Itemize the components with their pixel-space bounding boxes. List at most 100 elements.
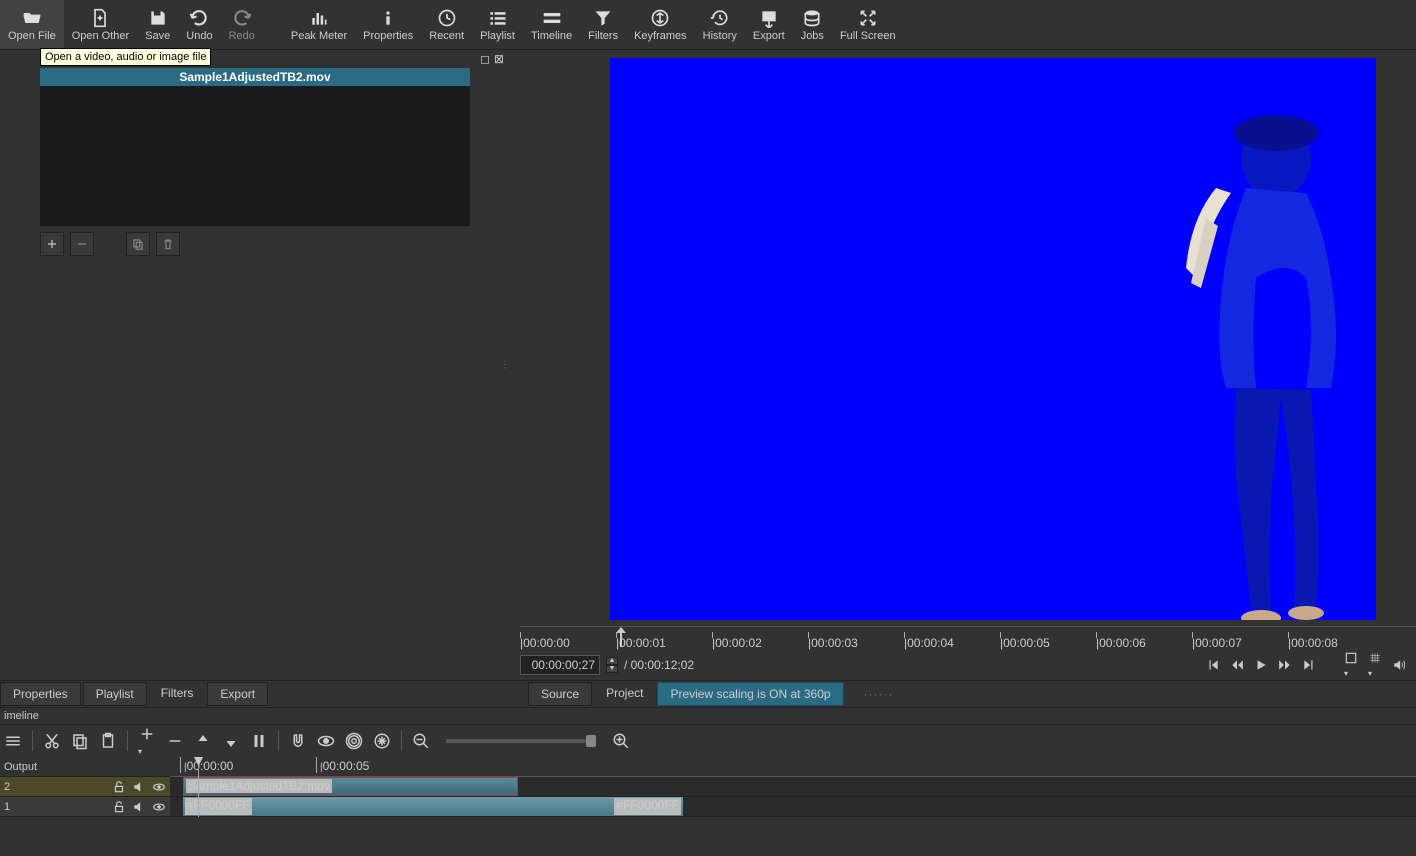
hide-icon[interactable] — [152, 780, 166, 794]
clip-video[interactable]: Sample1AdjustedTB2.mov — [183, 777, 518, 796]
overwrite-button[interactable] — [222, 732, 240, 750]
tab-playlist[interactable]: Playlist — [83, 682, 147, 706]
total-duration: / 00:00:12;02 — [624, 658, 694, 672]
playlist-copy-button[interactable] — [126, 232, 150, 256]
paste-button[interactable] — [99, 732, 117, 750]
history-button[interactable]: History — [695, 0, 745, 49]
timeline-menu-button[interactable] — [4, 732, 22, 750]
main-area: ◻ ⊠ Sample1AdjustedTB2.mov ⋮ — [0, 50, 1416, 680]
track-headers: Output 2 1 — [0, 757, 170, 817]
keyframes-button[interactable]: Keyframes — [626, 0, 695, 49]
output-track-header[interactable]: Output — [0, 757, 170, 777]
peak-meter-icon — [309, 8, 329, 28]
peak-meter-button[interactable]: Peak Meter — [283, 0, 355, 49]
ruler-tick-label: |00:00:08 — [1288, 636, 1338, 650]
tooltip: Open a video, audio or image file — [40, 48, 211, 66]
grid-button[interactable]: ▾ — [1368, 651, 1382, 679]
mute-icon[interactable] — [132, 800, 146, 814]
rewind-button[interactable] — [1230, 658, 1244, 672]
redo-button[interactable]: Redo — [221, 0, 263, 49]
file-plus-icon — [90, 8, 110, 28]
clock-icon — [437, 8, 457, 28]
preview-scaling-indicator[interactable]: Preview scaling is ON at 360p — [657, 682, 843, 706]
split-button[interactable] — [250, 732, 268, 750]
timeline-title: imeline — [0, 708, 1416, 725]
track-lane-v1[interactable]: #FF0000FF #FF0000FF — [170, 797, 1416, 817]
zoom-out-button[interactable] — [412, 732, 430, 750]
timecode-input[interactable]: 00:00:00;27 — [520, 655, 600, 675]
preview-figure — [1176, 98, 1356, 620]
remove-button[interactable] — [166, 732, 184, 750]
tab-properties[interactable]: Properties — [0, 682, 81, 706]
info-icon — [378, 8, 398, 28]
playlist-delete-button[interactable] — [156, 232, 180, 256]
undo-button[interactable]: Undo — [178, 0, 220, 49]
export-button[interactable]: Export — [745, 0, 793, 49]
open-other-button[interactable]: Open Other — [64, 0, 137, 49]
properties-button[interactable]: Properties — [355, 0, 421, 49]
ruler-tick-label: |00:00:03 — [808, 636, 858, 650]
playlist-item-header[interactable]: Sample1AdjustedTB2.mov — [40, 68, 470, 86]
zoom-fit-button[interactable]: ▾ — [1344, 651, 1358, 679]
track-header-v2[interactable]: 2 — [0, 777, 170, 797]
ruler-tick-label: |00:00:00 — [520, 636, 570, 650]
play-button[interactable] — [1254, 658, 1268, 672]
close-panel-icon[interactable]: ⊠ — [494, 52, 504, 66]
ruler-tick-label: |00:00:05 — [1000, 636, 1050, 650]
tab-source[interactable]: Source — [528, 682, 592, 706]
save-icon — [148, 8, 168, 28]
scrub-button[interactable] — [317, 732, 335, 750]
fullscreen-icon — [858, 8, 878, 28]
ripple-button[interactable] — [345, 732, 363, 750]
clip-color[interactable]: #FF0000FF #FF0000FF — [183, 797, 683, 816]
undock-icon[interactable]: ◻ — [480, 52, 490, 66]
hide-icon[interactable] — [152, 800, 166, 814]
track-content[interactable]: |00:00:00 |00:00:05 Sample1AdjustedTB2.m… — [170, 757, 1416, 817]
track-lane-v2[interactable]: Sample1AdjustedTB2.mov — [170, 777, 1416, 797]
ruler-tick-label: |00:00:04 — [904, 636, 954, 650]
main-toolbar: Open File Open Other Save Undo Redo Peak… — [0, 0, 1416, 50]
playlist-remove-button[interactable] — [70, 232, 94, 256]
lock-icon[interactable] — [112, 800, 126, 814]
lift-button[interactable] — [194, 732, 212, 750]
filters-button[interactable]: Filters — [580, 0, 626, 49]
tab-filters[interactable]: Filters — [149, 682, 206, 706]
zoom-slider[interactable] — [446, 739, 596, 743]
track-header-v1[interactable]: 1 — [0, 797, 170, 817]
cut-button[interactable] — [43, 732, 61, 750]
video-preview[interactable] — [610, 58, 1376, 620]
zoom-in-button[interactable] — [612, 732, 630, 750]
jobs-button[interactable]: Jobs — [793, 0, 832, 49]
skip-start-button[interactable] — [1206, 658, 1220, 672]
playlist-button[interactable]: Playlist — [472, 0, 523, 49]
copy-button[interactable] — [71, 732, 89, 750]
lock-icon[interactable] — [112, 780, 126, 794]
timeline-panel: imeline ▾ — [0, 708, 1416, 817]
folder-open-icon — [22, 8, 42, 28]
funnel-icon — [593, 8, 613, 28]
playlist-panel: ◻ ⊠ Sample1AdjustedTB2.mov ⋮ — [0, 50, 510, 680]
recent-button[interactable]: Recent — [421, 0, 472, 49]
ripple-all-button[interactable] — [373, 732, 391, 750]
preview-panel: |00:00:00 |00:00:01 |00:00:02 |00:00:03 … — [510, 50, 1416, 680]
mute-icon[interactable] — [132, 780, 146, 794]
forward-button[interactable] — [1278, 658, 1292, 672]
panel-resize-handle[interactable]: ⋮ — [500, 360, 508, 371]
playlist-add-button[interactable] — [40, 232, 64, 256]
save-button[interactable]: Save — [137, 0, 178, 49]
tab-export[interactable]: Export — [207, 682, 268, 706]
timeline-ruler[interactable]: |00:00:00 |00:00:05 — [170, 757, 1416, 777]
open-file-button[interactable]: Open File — [0, 0, 64, 49]
timeline-button[interactable]: Timeline — [523, 0, 580, 49]
snap-button[interactable] — [289, 732, 307, 750]
skip-end-button[interactable] — [1302, 658, 1316, 672]
tab-project[interactable]: Project — [594, 682, 655, 706]
append-button[interactable]: ▾ — [138, 725, 156, 757]
grip-handle[interactable]: ······ — [864, 687, 894, 701]
volume-button[interactable] — [1392, 658, 1406, 672]
playlist-thumbnail[interactable] — [40, 86, 470, 226]
preview-ruler[interactable]: |00:00:00 |00:00:01 |00:00:02 |00:00:03 … — [520, 626, 1416, 650]
timecode-spinner[interactable]: ▲▼ — [606, 657, 618, 673]
timeline-playhead[interactable] — [198, 757, 199, 817]
fullscreen-button[interactable]: Full Screen — [832, 0, 904, 49]
